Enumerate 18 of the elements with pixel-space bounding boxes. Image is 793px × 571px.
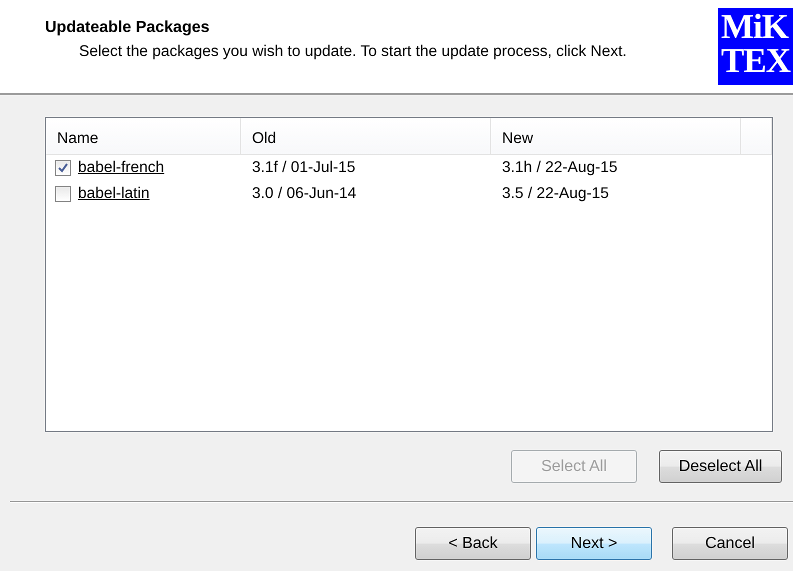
instruction-text: Select the packages you wish to update. To start the update process, click Next.	[79, 42, 627, 62]
column-header[interactable]: Old	[241, 118, 491, 154]
next-button[interactable]: Next >	[536, 527, 652, 560]
checkbox[interactable]	[55, 186, 71, 202]
checkbox[interactable]	[55, 160, 71, 176]
table-cell: 3.0 / 06-Jun-14	[252, 185, 356, 202]
package-link[interactable]: babel-latin	[78, 182, 150, 206]
table-cell: 3.1h / 22-Aug-15	[502, 159, 618, 176]
column-header[interactable]: New	[491, 118, 741, 154]
deselect-all-button[interactable]: Deselect All	[659, 450, 782, 483]
back-button[interactable]: < Back	[415, 527, 531, 560]
table-cell: 3.1f / 01-Jul-15	[252, 159, 356, 176]
package-link[interactable]: babel-french	[78, 156, 164, 180]
table-cell: 3.5 / 22-Aug-15	[502, 185, 609, 202]
logo: MiK TEX	[718, 8, 793, 85]
cancel-button[interactable]: Cancel	[672, 527, 788, 560]
dialog-title: Updateable Packages	[45, 18, 210, 38]
column-header[interactable]: Name	[46, 118, 241, 154]
